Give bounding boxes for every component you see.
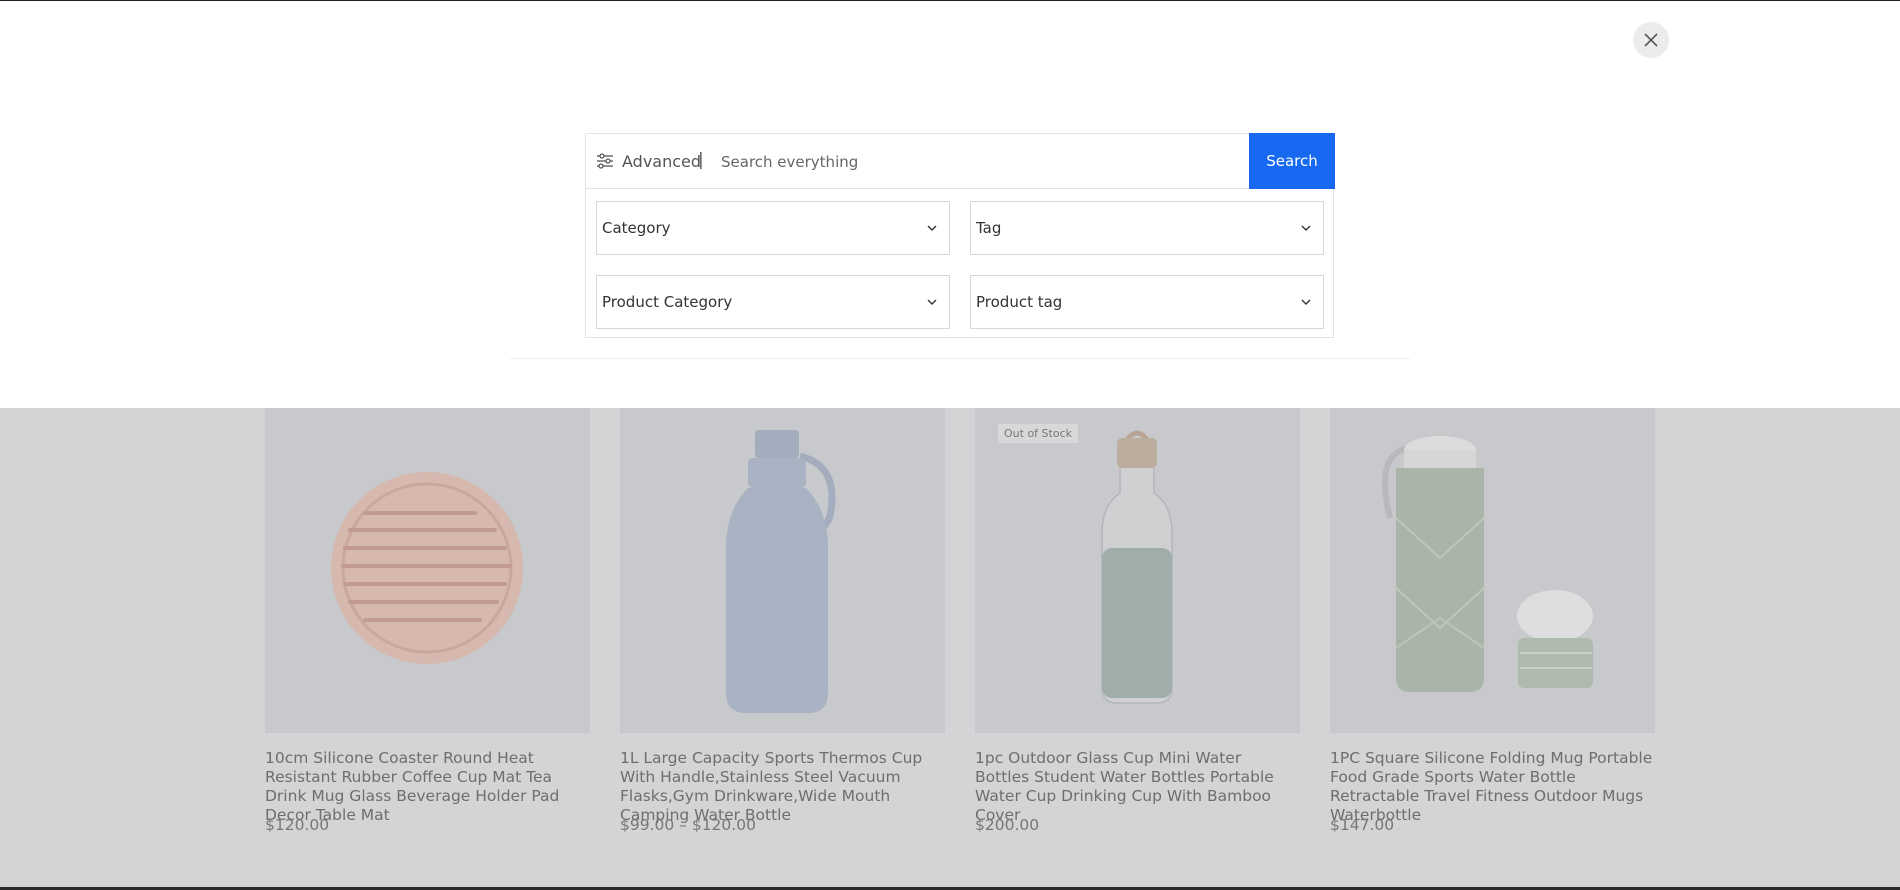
close-button[interactable] xyxy=(1633,22,1669,58)
chevron-down-icon xyxy=(927,225,937,231)
product-category-select-label: Product Category xyxy=(602,293,733,311)
product-title[interactable]: 10cm Silicone Coaster Round Heat Resista… xyxy=(265,749,590,824)
product-category-select[interactable]: Product Category xyxy=(596,275,950,329)
tag-select-label: Tag xyxy=(976,219,1002,237)
product-tag-select[interactable]: Product tag xyxy=(970,275,1324,329)
advanced-toggle[interactable]: Advanced xyxy=(596,134,701,188)
product-image[interactable] xyxy=(1330,408,1655,733)
search-bar: Advanced | Search xyxy=(586,133,1335,189)
advanced-search-form: Advanced | Search Category Tag Product C… xyxy=(585,133,1335,338)
category-select-label: Category xyxy=(602,219,671,237)
chevron-down-icon xyxy=(1301,299,1311,305)
product-card[interactable]: Out of Stock 1pc Outdoor Glass Cup Mini … xyxy=(975,408,1300,834)
bottle-image xyxy=(726,430,836,713)
product-card[interactable]: 10cm Silicone Coaster Round Heat Resista… xyxy=(265,408,590,834)
search-button[interactable]: Search xyxy=(1249,133,1335,189)
close-icon xyxy=(1644,33,1658,47)
chevron-down-icon xyxy=(927,299,937,305)
product-title[interactable]: 1pc Outdoor Glass Cup Mini Water Bottles… xyxy=(975,749,1300,824)
product-image[interactable] xyxy=(620,408,945,733)
separator: | xyxy=(698,150,704,170)
product-price: $147.00 xyxy=(1330,816,1395,834)
sliders-icon xyxy=(597,153,613,169)
product-price: $120.00 xyxy=(265,816,330,834)
tag-select[interactable]: Tag xyxy=(970,201,1324,255)
search-input[interactable] xyxy=(719,142,1203,182)
category-select[interactable]: Category xyxy=(596,201,950,255)
divider xyxy=(510,358,1410,359)
product-card[interactable]: 1PC Square Silicone Folding Mug Portable… xyxy=(1330,408,1655,834)
coaster-image xyxy=(331,472,523,664)
folding-bottle-image xyxy=(1382,436,1593,692)
product-price: $200.00 xyxy=(975,816,1040,834)
advanced-label: Advanced xyxy=(622,151,702,171)
product-card[interactable]: 1L Large Capacity Sports Thermos Cup Wit… xyxy=(620,408,945,834)
product-title[interactable]: 1PC Square Silicone Folding Mug Portable… xyxy=(1330,749,1655,824)
out-of-stock-badge: Out of Stock xyxy=(998,424,1078,443)
glass-bottle-image xyxy=(1101,430,1173,704)
product-title[interactable]: 1L Large Capacity Sports Thermos Cup Wit… xyxy=(620,749,945,824)
chevron-down-icon xyxy=(1301,225,1311,231)
search-overlay: Advanced | Search Category Tag Product C… xyxy=(0,1,1900,408)
product-tag-select-label: Product tag xyxy=(976,293,1063,311)
product-image[interactable] xyxy=(265,408,590,733)
product-image[interactable]: Out of Stock xyxy=(975,408,1300,733)
